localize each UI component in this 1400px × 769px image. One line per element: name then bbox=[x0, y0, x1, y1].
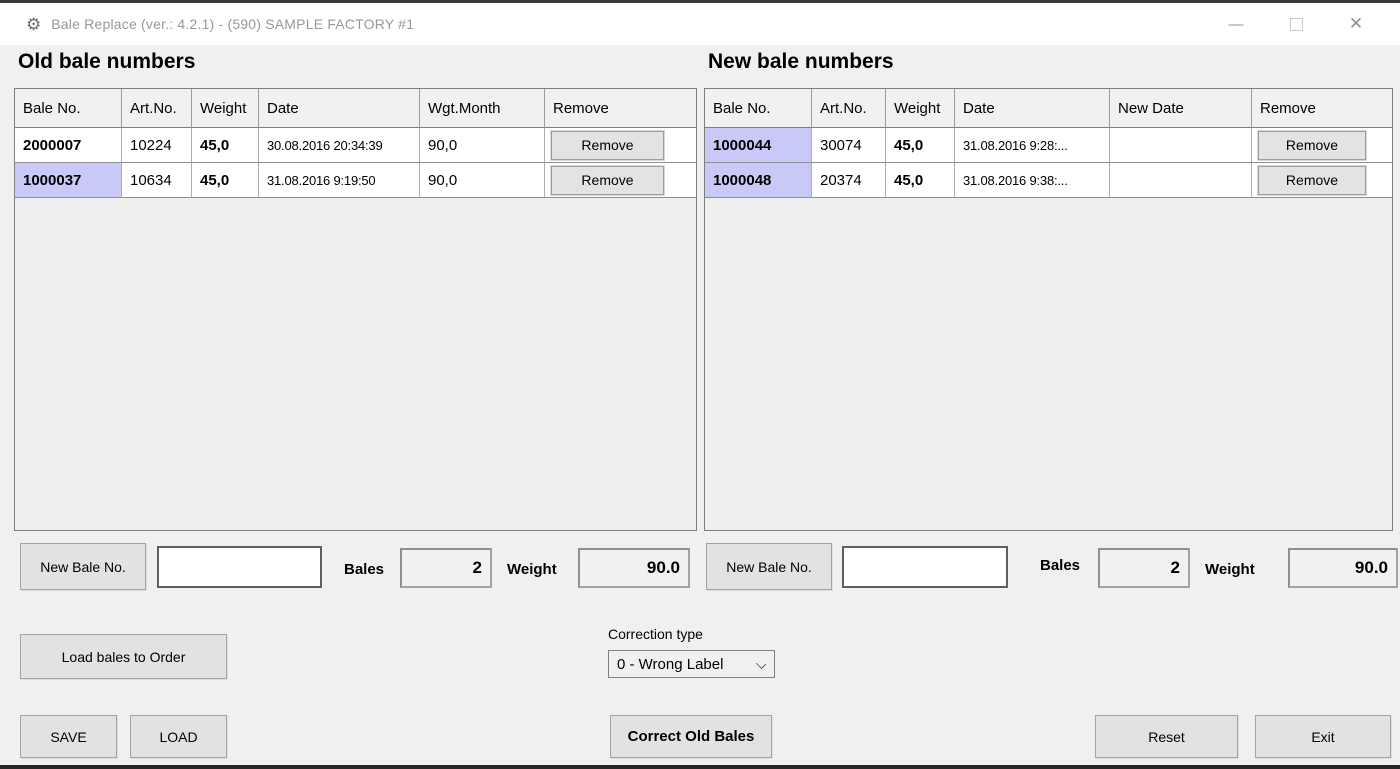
cell-art-no: 10224 bbox=[122, 128, 192, 163]
load-button[interactable]: LOAD bbox=[130, 715, 227, 758]
new-bales-count: 2 bbox=[1098, 548, 1190, 588]
column-header: Bale No. bbox=[705, 89, 812, 128]
old-bales-label: Bales bbox=[344, 561, 384, 578]
window-controls: — ✕ bbox=[1206, 3, 1400, 45]
cell-new-date bbox=[1110, 128, 1252, 163]
cell-bale-no: 1000044 bbox=[705, 128, 812, 163]
old-bales-table: Bale No. Art.No. Weight Date Wgt.Month R… bbox=[14, 88, 697, 531]
maximize-button[interactable] bbox=[1266, 3, 1326, 45]
cell-weight: 45,0 bbox=[886, 128, 955, 163]
old-bales-count: 2 bbox=[400, 548, 492, 588]
cell-bale-no: 1000037 bbox=[15, 163, 122, 198]
column-header: Weight bbox=[886, 89, 955, 128]
old-weight-label: Weight bbox=[507, 561, 557, 578]
cell-bale-no: 1000048 bbox=[705, 163, 812, 198]
new-panel-title: New bale numbers bbox=[708, 50, 894, 74]
exit-button[interactable]: Exit bbox=[1255, 715, 1391, 758]
remove-row-button[interactable]: Remove bbox=[551, 131, 664, 160]
remove-row-button[interactable]: Remove bbox=[1258, 166, 1366, 195]
bottom-edge-artifact bbox=[0, 765, 1400, 769]
cell-weight: 45,0 bbox=[192, 128, 259, 163]
cell-art-no: 20374 bbox=[812, 163, 886, 198]
cell-date: 31.08.2016 9:38:... bbox=[955, 163, 1110, 198]
old-panel-title: Old bale numbers bbox=[18, 50, 195, 74]
cell-wgt-month: 90,0 bbox=[420, 163, 545, 198]
remove-row-button[interactable]: Remove bbox=[551, 166, 664, 195]
correction-type-select[interactable]: 0 - Wrong Label bbox=[608, 650, 775, 678]
column-header: Remove bbox=[545, 89, 696, 128]
table-empty-area bbox=[705, 198, 1392, 530]
app-icon: ⚙ bbox=[26, 16, 41, 33]
new-new-bale-no-input[interactable] bbox=[842, 546, 1008, 588]
column-header: Bale No. bbox=[15, 89, 122, 128]
cell-remove: Remove bbox=[1252, 163, 1392, 198]
chevron-down-icon bbox=[756, 659, 766, 669]
maximize-icon bbox=[1290, 18, 1303, 31]
cell-weight: 45,0 bbox=[886, 163, 955, 198]
close-icon: ✕ bbox=[1349, 14, 1363, 34]
column-header: Wgt.Month bbox=[420, 89, 545, 128]
column-header: Art.No. bbox=[122, 89, 192, 128]
old-new-bale-no-input[interactable] bbox=[157, 546, 322, 588]
cell-wgt-month: 90,0 bbox=[420, 128, 545, 163]
window-title: Bale Replace (ver.: 4.2.1) - (590) SAMPL… bbox=[51, 16, 414, 32]
column-header: Date bbox=[259, 89, 420, 128]
top-edge-artifact bbox=[0, 0, 1400, 3]
new-weight-total: 90.0 bbox=[1288, 548, 1398, 588]
new-bales-label: Bales bbox=[1040, 557, 1080, 574]
column-header: Art.No. bbox=[812, 89, 886, 128]
column-header: New Date bbox=[1110, 89, 1252, 128]
reset-button[interactable]: Reset bbox=[1095, 715, 1238, 758]
cell-remove: Remove bbox=[1252, 128, 1392, 163]
cell-date: 31.08.2016 9:19:50 bbox=[259, 163, 420, 198]
column-header: Weight bbox=[192, 89, 259, 128]
load-bales-to-order-button[interactable]: Load bales to Order bbox=[20, 634, 227, 679]
correction-type-label: Correction type bbox=[608, 626, 703, 642]
column-header: Remove bbox=[1252, 89, 1392, 128]
cell-remove: Remove bbox=[545, 128, 696, 163]
new-new-bale-no-button[interactable]: New Bale No. bbox=[706, 543, 832, 590]
cell-bale-no: 2000007 bbox=[15, 128, 122, 163]
cell-art-no: 30074 bbox=[812, 128, 886, 163]
close-button[interactable]: ✕ bbox=[1326, 3, 1386, 45]
cell-date: 31.08.2016 9:28:... bbox=[955, 128, 1110, 163]
correction-type-value: 0 - Wrong Label bbox=[617, 656, 723, 673]
old-weight-total: 90.0 bbox=[578, 548, 690, 588]
new-weight-label: Weight bbox=[1205, 561, 1255, 578]
cell-new-date bbox=[1110, 163, 1252, 198]
cell-art-no: 10634 bbox=[122, 163, 192, 198]
cell-weight: 45,0 bbox=[192, 163, 259, 198]
table-empty-area bbox=[15, 198, 696, 530]
minimize-icon: — bbox=[1229, 16, 1244, 33]
column-header: Date bbox=[955, 89, 1110, 128]
save-button[interactable]: SAVE bbox=[20, 715, 117, 758]
correct-old-bales-button[interactable]: Correct Old Bales bbox=[610, 715, 772, 758]
cell-date: 30.08.2016 20:34:39 bbox=[259, 128, 420, 163]
remove-row-button[interactable]: Remove bbox=[1258, 131, 1366, 160]
new-bales-table: Bale No. Art.No. Weight Date New Date Re… bbox=[704, 88, 1393, 531]
minimize-button[interactable]: — bbox=[1206, 3, 1266, 45]
old-new-bale-no-button[interactable]: New Bale No. bbox=[20, 543, 146, 590]
window-titlebar: ⚙ Bale Replace (ver.: 4.2.1) - (590) SAM… bbox=[0, 3, 1400, 45]
cell-remove: Remove bbox=[545, 163, 696, 198]
